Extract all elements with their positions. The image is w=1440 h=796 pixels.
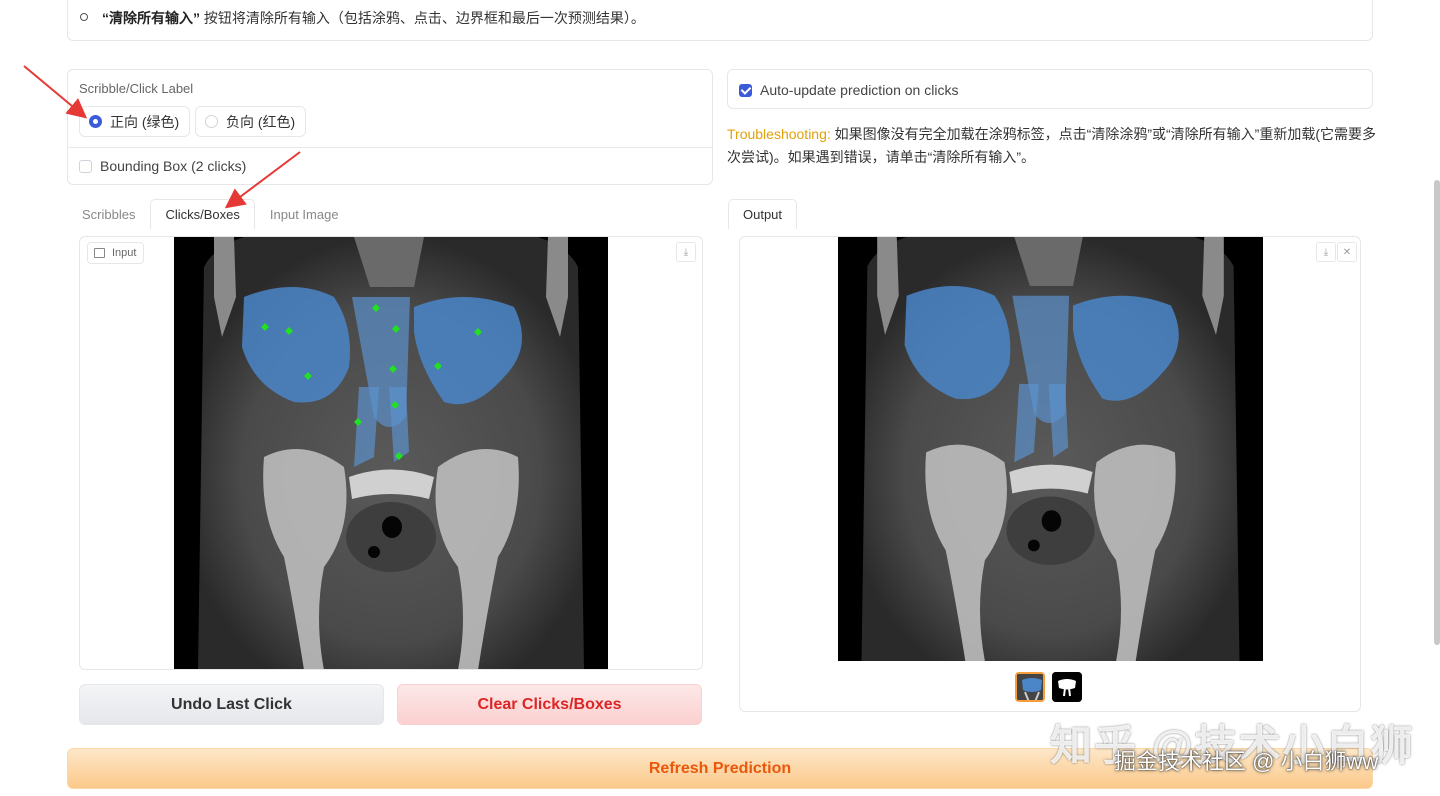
instruction-text: 按钮将清除所有输入（包括涂鸦、点击、边界框和最后一次预测结果）。: [200, 10, 645, 26]
label-panel: Scribble/Click Label 正向 (绿色) 负向 (红色) Bou…: [67, 69, 713, 185]
page-scrollbar[interactable]: [1434, 180, 1440, 645]
output-thumbnails: [1015, 672, 1082, 702]
radio-positive[interactable]: 正向 (绿色): [79, 106, 191, 137]
download-icon[interactable]: ⤓: [676, 242, 696, 262]
auto-update-checkbox[interactable]: Auto-update prediction on clicks: [739, 82, 958, 98]
input-image-panel[interactable]: Input ⤓: [79, 236, 703, 670]
input-ct-image[interactable]: [174, 237, 608, 669]
input-chip: Input: [87, 242, 145, 264]
radio-negative-label: 负向 (红色): [226, 113, 296, 130]
tab-scribbles[interactable]: Scribbles: [67, 199, 150, 229]
tab-clicks-boxes[interactable]: Clicks/Boxes: [150, 199, 255, 229]
input-chip-label: Input: [112, 247, 137, 259]
tab-input-image[interactable]: Input Image: [255, 199, 354, 229]
thumbnail-overlay[interactable]: [1015, 672, 1045, 702]
instructions-card: “清除所有输入” 按钮将清除所有输入（包括涂鸦、点击、边界框和最后一次预测结果）…: [67, 0, 1373, 41]
clear-clicks-button[interactable]: Clear Clicks/Boxes: [397, 684, 702, 725]
watermark-juejin: 掘金技术社区 @ 小白狮ww: [1114, 749, 1379, 774]
radio-selected-icon: [89, 115, 102, 128]
bounding-box-label: Bounding Box (2 clicks): [100, 158, 247, 174]
troubleshooting-label: Troubleshooting:: [727, 126, 831, 142]
undo-last-click-button[interactable]: Undo Last Click: [79, 684, 384, 725]
auto-update-label: Auto-update prediction on clicks: [760, 82, 959, 98]
input-ct-drawing: [174, 237, 608, 669]
radio-positive-label: 正向 (绿色): [110, 113, 180, 130]
tab-output[interactable]: Output: [728, 199, 798, 229]
auto-update-panel: Auto-update prediction on clicks: [727, 69, 1373, 109]
bounding-box-checkbox[interactable]: Bounding Box (2 clicks): [79, 158, 246, 174]
output-image-panel[interactable]: ⤓ ✕: [739, 236, 1361, 712]
label-panel-title: Scribble/Click Label: [79, 81, 194, 96]
bullet-icon: [80, 13, 88, 21]
checkbox-icon[interactable]: [79, 159, 92, 173]
radio-unselected-icon: [205, 115, 218, 128]
input-tabs: Scribbles Clicks/Boxes Input Image: [67, 199, 354, 229]
instruction-bold: “清除所有输入”: [102, 10, 200, 26]
instruction-line: “清除所有输入” 按钮将清除所有输入（包括涂鸦、点击、边界框和最后一次预测结果）…: [80, 8, 645, 28]
divider: [68, 147, 712, 148]
checkbox-checked-icon[interactable]: [739, 83, 752, 97]
download-icon[interactable]: ⤓: [1316, 242, 1336, 262]
troubleshooting-text: Troubleshooting: 如果图像没有完全加载在涂鸦标签，点击“清除涂鸦…: [727, 123, 1377, 169]
radio-negative[interactable]: 负向 (红色): [195, 106, 307, 137]
output-tabs: Output: [728, 199, 798, 229]
thumbnail-mask[interactable]: [1052, 672, 1082, 702]
output-ct-image[interactable]: [838, 237, 1263, 661]
close-icon[interactable]: ✕: [1337, 242, 1357, 262]
output-ct-drawing: [838, 237, 1263, 661]
image-icon: [94, 248, 105, 258]
